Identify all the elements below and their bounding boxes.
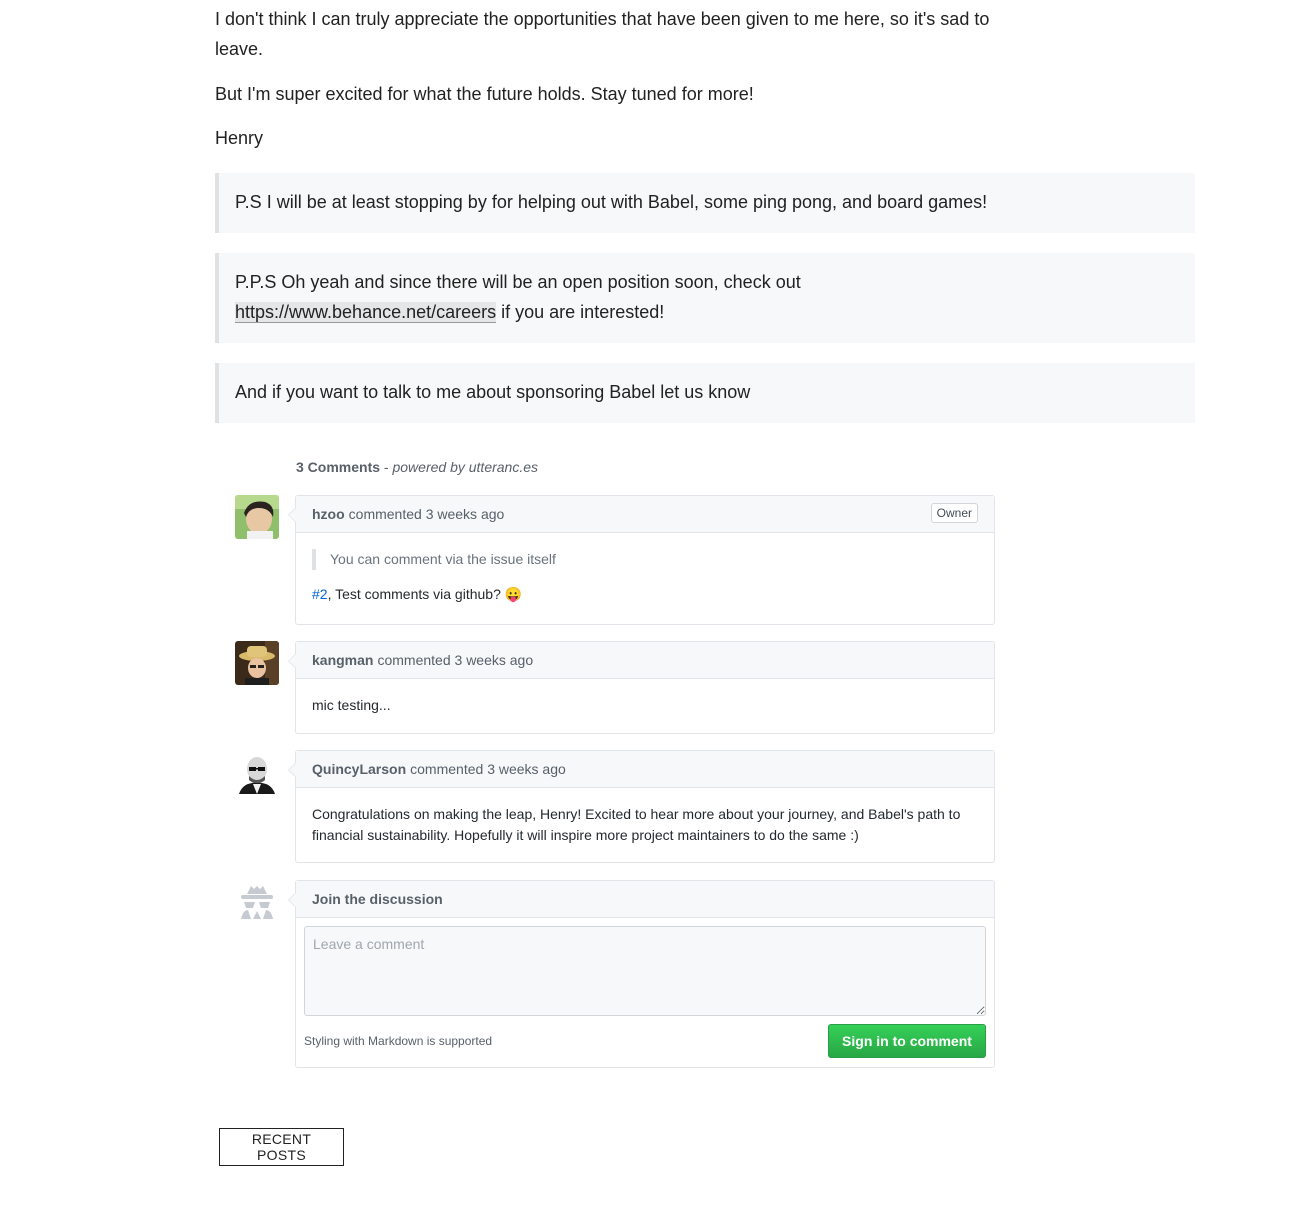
comment-author[interactable]: QuincyLarson (312, 761, 406, 777)
article-paragraph: I don't think I can truly appreciate the… (215, 9, 990, 59)
hzoo-avatar-image (235, 495, 279, 539)
comment-header: QuincyLarson commented 3 weeks ago (288, 751, 994, 788)
sign-in-button[interactable]: Sign in to comment (828, 1024, 986, 1058)
comment-text: , Test comments via github? (327, 586, 505, 602)
recent-posts-button[interactable]: RECENT POSTS (219, 1128, 344, 1166)
markdown-note: Styling with Markdown is supported (304, 1034, 493, 1048)
comment-time[interactable]: 3 weeks ago (487, 761, 566, 777)
article-signature: Henry (215, 128, 264, 148)
new-comment-form: Join the discussion Styling with Markdow… (288, 880, 995, 1068)
powered-by: powered by utteranc.es (392, 459, 539, 475)
kangman-avatar-image (235, 641, 279, 685)
comment-time[interactable]: 3 weeks ago (455, 652, 534, 668)
article-paragraph: But I'm super excited for what the futur… (215, 84, 754, 104)
comment-author[interactable]: kangman (312, 652, 373, 668)
ps-quote: P.S I will be at least stopping by for h… (215, 173, 1195, 233)
avatar[interactable] (235, 495, 279, 539)
comment-text: Congratulations on making the leap, Henr… (312, 806, 961, 843)
issue-link[interactable]: #2 (312, 586, 328, 602)
sponsor-text: And if you want to talk to me about spon… (235, 382, 751, 402)
comment-quote: You can comment via the issue itself (312, 549, 978, 570)
comment-time[interactable]: 3 weeks ago (426, 506, 505, 522)
comment-card: QuincyLarson commented 3 weeks ago Congr… (288, 750, 995, 863)
pps-quote: P.P.S Oh yeah and since there will be an… (215, 253, 1195, 343)
comment-card: hzoo commented 3 weeks ago Owner You can… (288, 495, 995, 625)
owner-badge: Owner (930, 503, 978, 523)
anonymous-avatar (235, 880, 279, 924)
page: I don't think I can truly appreciate the… (0, 0, 1297, 1213)
comments-header: 3 Comments - powered by utteranc.es (296, 459, 538, 475)
comment-body: mic testing... (296, 679, 994, 730)
comment-action: commented (410, 761, 484, 777)
comment-text: mic testing... (312, 697, 391, 713)
comment-header: hzoo commented 3 weeks ago Owner (288, 496, 994, 533)
form-footer: Styling with Markdown is supported Sign … (296, 1016, 994, 1066)
tongue-emoji-icon: 😛 (504, 586, 523, 602)
incognito-icon (241, 886, 273, 919)
new-comment-header: Join the discussion (288, 881, 994, 918)
avatar[interactable] (235, 750, 279, 794)
comment-textarea[interactable] (304, 926, 986, 1016)
comment-author[interactable]: hzoo (312, 506, 345, 522)
comment-header: kangman commented 3 weeks ago (288, 642, 994, 679)
comment-card: kangman commented 3 weeks ago mic testin… (288, 641, 995, 734)
ps-text: P.S I will be at least stopping by for h… (235, 192, 988, 212)
quincylarson-avatar-image (235, 750, 279, 794)
avatar[interactable] (235, 641, 279, 685)
pps-text-after: if you are interested! (496, 302, 665, 322)
comment-count: 3 Comments (296, 459, 381, 475)
comments-separator: - (380, 459, 393, 475)
sponsor-quote: And if you want to talk to me about spon… (215, 363, 1195, 423)
pps-text: P.P.S Oh yeah and since there will be an… (235, 272, 801, 292)
comment-action: commented (377, 652, 451, 668)
join-discussion-title: Join the discussion (312, 891, 443, 907)
comment-body: You can comment via the issue itself #2,… (296, 533, 994, 619)
comment-action: commented (348, 506, 422, 522)
comment-body: Congratulations on making the leap, Henr… (296, 788, 994, 860)
careers-link[interactable]: https://www.behance.net/careers (235, 302, 497, 323)
